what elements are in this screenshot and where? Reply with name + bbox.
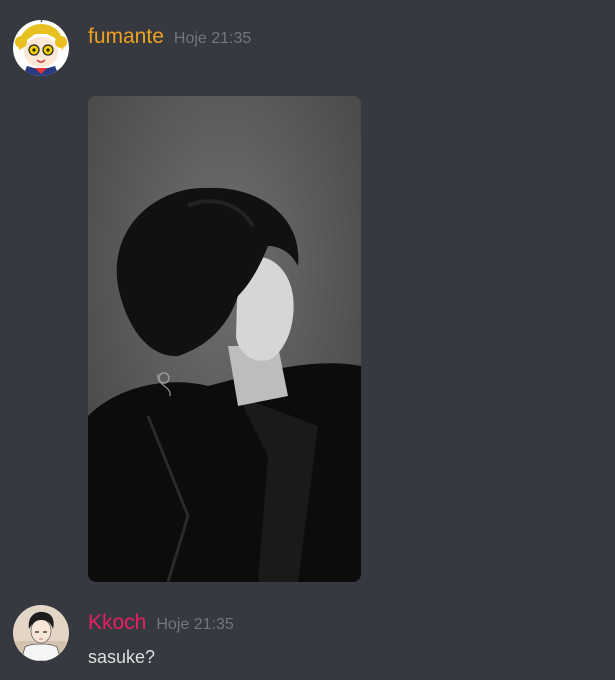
manhwa-boy-avatar-icon — [13, 605, 69, 661]
photo-attachment-image — [88, 96, 361, 582]
timestamp: Hoje 21:35 — [173, 30, 252, 47]
image-attachment[interactable] — [88, 96, 361, 582]
message-header: Kkoch Hoje 21:35 — [88, 611, 234, 635]
avatar-fumante[interactable] — [13, 20, 69, 76]
timestamp: Hoje 21:35 — [156, 616, 234, 633]
message-fumante: fumante Hoje 21:35 — [0, 0, 615, 590]
message-header: fumante Hoje 21:35 — [88, 25, 251, 49]
username[interactable]: fumante — [88, 25, 164, 49]
message-text: sasuke? — [88, 647, 156, 667]
avatar-kkoch[interactable] — [13, 605, 69, 661]
anime-girl-avatar-icon — [13, 20, 69, 76]
username[interactable]: Kkoch — [88, 611, 146, 635]
message-kkoch: Kkoch Hoje 21:35 sasuke? — [0, 595, 615, 680]
